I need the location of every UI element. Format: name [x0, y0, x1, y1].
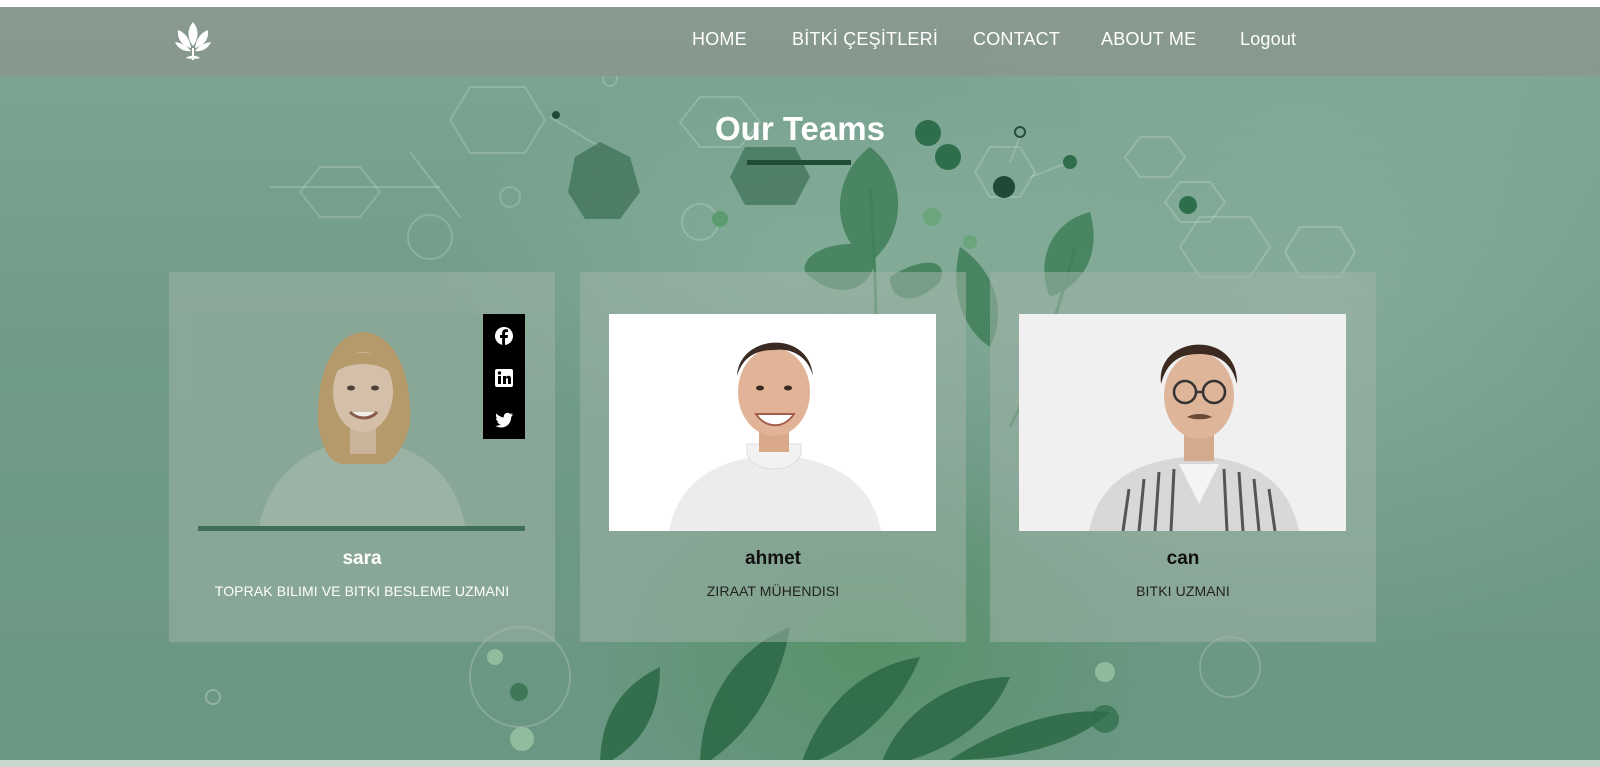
team-card-ahmet[interactable]: ahmet ZIRAAT MÜHENDISI [580, 272, 966, 642]
section-title: Our Teams [715, 110, 885, 147]
team-photo-can [1019, 314, 1346, 531]
nav-link-bitki-cesitleri[interactable]: BİTKİ ÇEŞİTLERİ [792, 29, 938, 50]
nav-link-home[interactable]: HOME [692, 29, 747, 50]
team-member-name: sara [342, 548, 382, 569]
nav-menu: HOME BİTKİ ÇEŞİTLERİ CONTACT ABOUT ME Lo… [0, 7, 1600, 76]
team-member-role: BITKI UZMANI [1136, 583, 1230, 599]
social-links-bar [483, 314, 525, 439]
team-photo-ahmet [609, 314, 936, 531]
team-member-role: TOPRAK BILIMI VE BITKI BESLEME UZMANI [214, 583, 510, 599]
title-underline [747, 160, 851, 165]
facebook-icon[interactable] [494, 326, 514, 346]
top-navbar: HOME BİTKİ ÇEŞİTLERİ CONTACT ABOUT ME Lo… [0, 7, 1600, 76]
team-card-can[interactable]: can BITKI UZMANI [990, 272, 1376, 642]
team-member-name: ahmet [745, 548, 801, 569]
team-member-name: can [1166, 548, 1200, 569]
linkedin-icon[interactable] [494, 368, 514, 388]
nav-link-logout[interactable]: Logout [1240, 29, 1296, 50]
team-card-sara[interactable]: sara TOPRAK BILIMI VE BITKI BESLEME UZMA… [169, 272, 555, 642]
team-photo-sara [198, 314, 525, 531]
nav-link-contact[interactable]: CONTACT [973, 29, 1060, 50]
footer-strip [0, 760, 1600, 767]
twitter-icon[interactable] [494, 410, 514, 430]
page-background: HOME BİTKİ ÇEŞİTLERİ CONTACT ABOUT ME Lo… [0, 7, 1600, 760]
team-member-role: ZIRAAT MÜHENDISI [706, 583, 840, 599]
nav-link-about-me[interactable]: ABOUT ME [1101, 29, 1196, 50]
